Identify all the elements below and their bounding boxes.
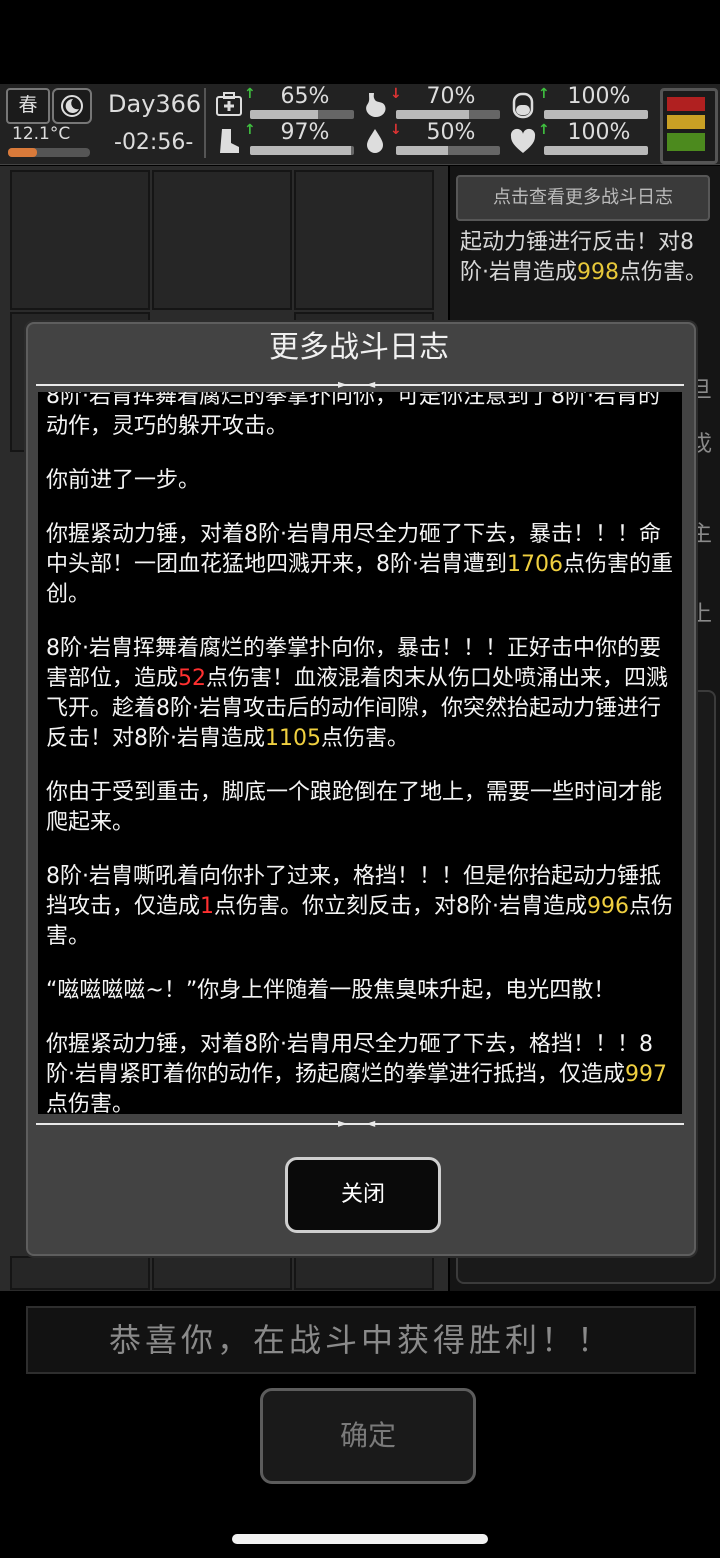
- arrow-down-icon: ↓: [390, 122, 402, 138]
- stomach-icon: [366, 93, 386, 117]
- battle-log-text: 8阶·岩胄挥舞着腐烂的拳掌扑向你，可是你注意到了8阶·岩胄的动作，灵巧的躲开攻击…: [46, 392, 674, 1114]
- moon-icon: [61, 95, 83, 117]
- stat-water-drop: ↓ 50%: [360, 120, 500, 160]
- log-entry: 你前进了一步。: [46, 468, 201, 493]
- medkit-icon: [216, 92, 242, 116]
- stat-bar: [250, 146, 354, 155]
- stat-bladder: ↑ 100%: [508, 84, 648, 124]
- heart-icon: [510, 128, 536, 153]
- confirm-button[interactable]: 确定: [260, 1388, 476, 1484]
- stat-bar: [396, 146, 500, 155]
- dialog-title: 更多战斗日志: [269, 330, 449, 365]
- arrow-up-icon: ↑: [244, 86, 256, 102]
- stat-bar: [250, 110, 354, 119]
- arrow-up-icon: ↑: [538, 86, 550, 102]
- water-drop-icon: [367, 129, 383, 153]
- clock: -02:56-: [114, 130, 194, 155]
- stat-medkit: ↑ 65%: [214, 84, 354, 124]
- arrow-right-icon: ►: [338, 377, 348, 391]
- stat-percent: 97%: [280, 120, 330, 145]
- close-button[interactable]: 关闭: [285, 1157, 441, 1233]
- stat-percent: 50%: [426, 120, 476, 145]
- log-entry: 8阶·岩胄嘶吼着向你扑了过来，格挡！！！但是你抬起动力锤抵挡攻击，仅造成1点伤害…: [46, 864, 674, 949]
- log-entry: 你由于受到重击，脚底一个踉跄倒在了地上，需要一些时间才能爬起来。: [46, 780, 663, 835]
- stat-bar: [396, 110, 500, 119]
- stat-percent: 100%: [567, 84, 631, 109]
- night-indicator: [52, 88, 92, 124]
- arrow-right-icon: ►: [338, 1116, 348, 1130]
- stat-percent: 70%: [426, 84, 476, 109]
- victory-banner: 恭喜你，在战斗中获得胜利！！: [26, 1306, 696, 1374]
- arrow-up-icon: ↑: [244, 122, 256, 138]
- log-entry: 你握紧动力锤，对着8阶·岩胄用尽全力砸了下去，暴击！！！命中头部！一团血花猛地四…: [46, 522, 674, 607]
- divider: [36, 1123, 684, 1125]
- stat-bar: [544, 110, 648, 119]
- stat-percent: 100%: [567, 120, 631, 145]
- condition-gauge: [660, 88, 718, 164]
- temperature-bar: [8, 148, 90, 157]
- arrow-up-icon: ↑: [538, 122, 550, 138]
- home-indicator[interactable]: [232, 1534, 488, 1544]
- stat-percent: 65%: [280, 84, 330, 109]
- divider: [204, 88, 206, 158]
- bladder-icon: [512, 92, 534, 119]
- boot-icon: [220, 129, 239, 153]
- season-indicator: 春: [6, 88, 50, 124]
- arrow-down-icon: ↓: [390, 86, 402, 102]
- log-entry: “嗞嗞嗞嗞~！”你身上伴随着一股焦臭味升起，电光四散！: [46, 978, 616, 1003]
- divider: [36, 384, 684, 386]
- log-entry: 8阶·岩胄挥舞着腐烂的拳掌扑向你，暴击！！！正好击中你的要害部位，造成52点伤害…: [46, 636, 669, 751]
- stat-bar: [544, 146, 648, 155]
- arrow-left-icon: ◄: [366, 1116, 376, 1130]
- side-log-entry: 起动力锤进行反击！对8阶·岩胄造成998点伤害。: [460, 230, 708, 285]
- arrow-left-icon: ◄: [366, 377, 376, 391]
- stat-heart: ↑ 100%: [508, 120, 648, 160]
- view-more-log-button[interactable]: 点击查看更多战斗日志: [456, 175, 710, 221]
- stat-boot: ↑ 97%: [214, 120, 354, 160]
- log-entry: 8阶·岩胄挥舞着腐烂的拳掌扑向你，可是你注意到了8阶·岩胄的动作，灵巧的躲开攻击…: [46, 392, 660, 439]
- temperature-readout: 12.1°C: [12, 124, 71, 144]
- day-counter: Day366: [108, 90, 202, 118]
- season-label: 春: [18, 94, 38, 116]
- log-entry: 你握紧动力锤，对着8阶·岩胄用尽全力砸了下去，格挡！！！8阶·岩胄紧盯着你的动作…: [46, 1032, 667, 1114]
- battle-log-scroll[interactable]: 8阶·岩胄挥舞着腐烂的拳掌扑向你，可是你注意到了8阶·岩胄的动作，灵巧的躲开攻击…: [38, 392, 682, 1114]
- stat-stomach: ↓ 70%: [360, 84, 500, 124]
